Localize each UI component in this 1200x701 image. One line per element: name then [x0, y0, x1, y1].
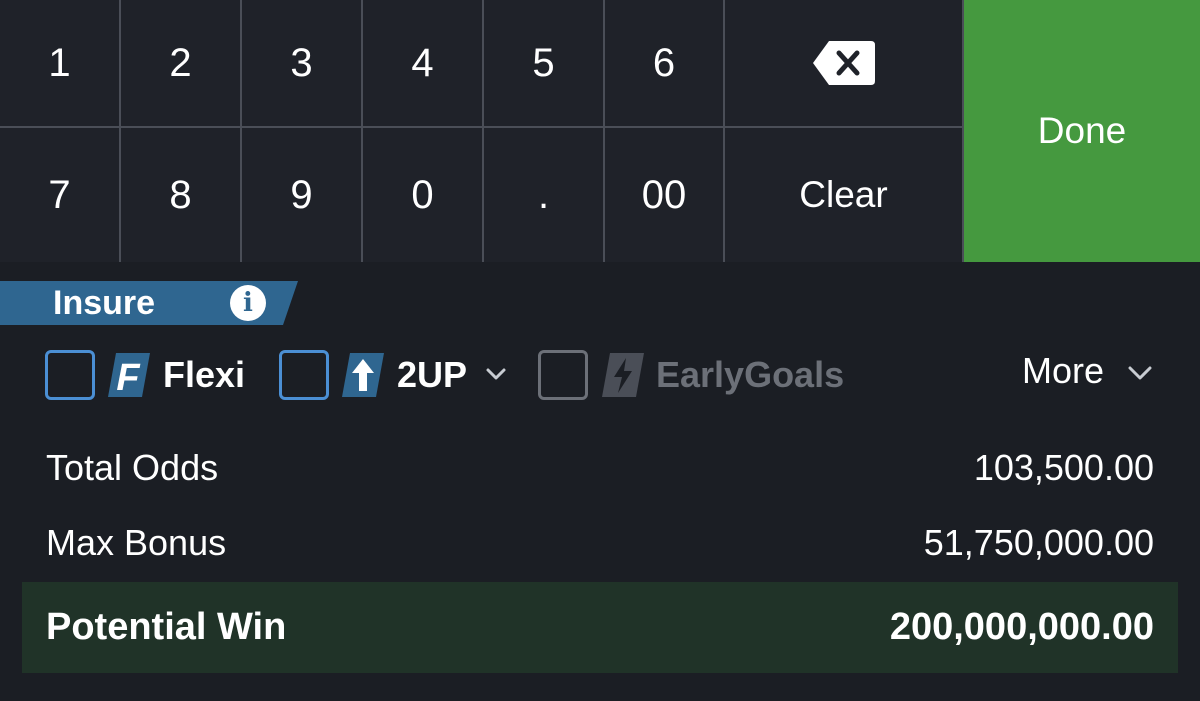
- flexi-label: Flexi: [163, 354, 246, 395]
- key-1[interactable]: 1: [0, 0, 119, 126]
- total-odds-label: Total Odds: [46, 447, 219, 488]
- info-icon[interactable]: i: [230, 285, 266, 321]
- key-decimal[interactable]: .: [484, 128, 603, 262]
- max-bonus-row: Max Bonus 51,750,000.00: [0, 522, 1200, 566]
- bet-options-row: F Flexi 2UP EarlyGoals More: [0, 345, 1200, 405]
- potential-win-value: 200,000,000.00: [889, 606, 1154, 648]
- twoup-checkbox[interactable]: [279, 350, 329, 400]
- more-chevron-down-icon[interactable]: [1127, 365, 1153, 381]
- flexi-badge-icon: F: [108, 353, 150, 397]
- earlygoals-label: EarlyGoals: [656, 354, 845, 395]
- more-dropdown[interactable]: More: [1022, 345, 1104, 397]
- key-0[interactable]: 0: [363, 128, 482, 262]
- earlygoals-checkbox[interactable]: [538, 350, 588, 400]
- key-4[interactable]: 4: [363, 0, 482, 126]
- insure-label: Insure: [53, 284, 156, 322]
- key-2[interactable]: 2: [121, 0, 240, 126]
- key-3[interactable]: 3: [242, 0, 361, 126]
- twoup-chevron-down-icon[interactable]: [485, 367, 507, 381]
- clear-button[interactable]: Clear: [725, 128, 962, 262]
- twoup-label: 2UP: [397, 354, 468, 395]
- done-button[interactable]: Done: [964, 0, 1200, 262]
- key-8[interactable]: 8: [121, 128, 240, 262]
- key-9[interactable]: 9: [242, 128, 361, 262]
- total-odds-row: Total Odds 103,500.00: [0, 447, 1200, 491]
- backspace-button[interactable]: [725, 0, 962, 126]
- backspace-icon: [812, 41, 875, 85]
- flexi-checkbox[interactable]: [45, 350, 95, 400]
- key-double-zero[interactable]: 00: [605, 128, 723, 262]
- key-6[interactable]: 6: [605, 0, 723, 126]
- max-bonus-value: 51,750,000.00: [923, 522, 1154, 563]
- potential-win-row: Potential Win 200,000,000.00: [22, 582, 1178, 673]
- total-odds-value: 103,500.00: [973, 447, 1154, 488]
- numeric-keypad: 1 2 3 4 5 6 7 8 9 0 . 00 Clear Done: [0, 0, 1200, 262]
- potential-win-label: Potential Win: [46, 606, 287, 648]
- key-5[interactable]: 5: [484, 0, 603, 126]
- max-bonus-label: Max Bonus: [46, 522, 227, 563]
- key-7[interactable]: 7: [0, 128, 119, 262]
- arrow-up-icon: [342, 353, 384, 397]
- lightning-icon: [602, 353, 644, 397]
- insure-banner[interactable]: Insure i: [0, 281, 300, 325]
- flexi-badge-glyph: F: [116, 357, 141, 397]
